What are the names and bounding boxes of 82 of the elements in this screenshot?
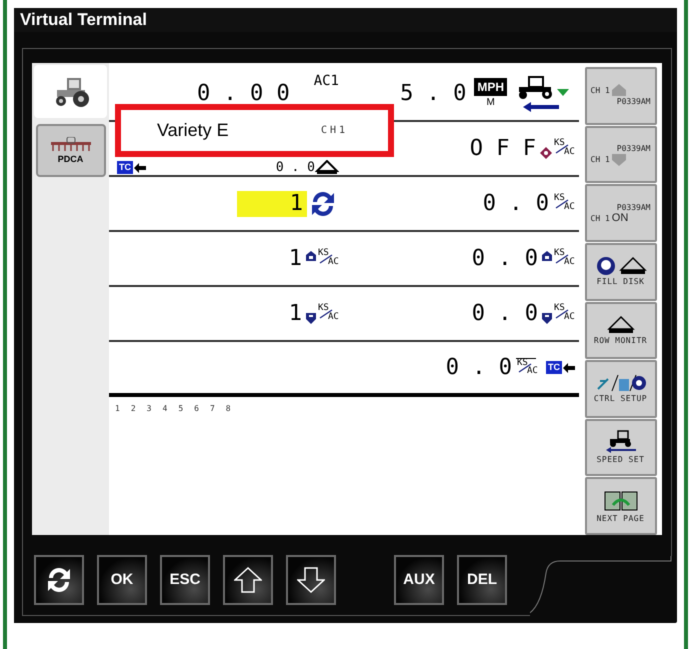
keypad-key[interactable] bbox=[286, 555, 336, 605]
tractor-speed-icon bbox=[604, 430, 638, 454]
unit-sublabel: M bbox=[486, 96, 495, 110]
section-number: 3 bbox=[146, 403, 152, 415]
softkey[interactable]: FILL DISK bbox=[584, 242, 656, 300]
reading-value: 0 . 0 0 bbox=[196, 82, 290, 104]
book-icon bbox=[602, 488, 638, 513]
decrease-icon bbox=[612, 154, 626, 166]
section-number: 5 bbox=[178, 403, 184, 415]
seed-marker-icon bbox=[540, 146, 552, 158]
softkey[interactable]: CTRL SETUP bbox=[584, 360, 656, 418]
keypad-key[interactable] bbox=[34, 555, 84, 605]
left-arrow-icon bbox=[563, 362, 575, 372]
channel-label: CH 1 bbox=[590, 154, 610, 166]
section-number: 2 bbox=[130, 403, 136, 415]
down-arrow-icon bbox=[297, 567, 325, 593]
rate-unit-numerator: KS bbox=[317, 304, 329, 312]
left-arrow-icon bbox=[134, 162, 146, 172]
section-number: 6 bbox=[194, 403, 199, 415]
section-number: 1 bbox=[115, 403, 120, 415]
hopper-icon bbox=[315, 160, 339, 174]
reading-value: 0 . 0 bbox=[482, 192, 549, 214]
rate-unit-denominator: AC bbox=[563, 148, 573, 156]
decrease-marker-icon bbox=[306, 312, 316, 324]
channel-label: AC1 bbox=[314, 72, 339, 91]
softkey[interactable]: SPEED SET bbox=[584, 418, 656, 476]
rate-unit-numerator: KS bbox=[553, 138, 565, 148]
softkey[interactable]: CH 1 P0339AM bbox=[584, 67, 656, 125]
rate-unit-numerator: KS bbox=[553, 194, 565, 202]
side-tab[interactable]: PDCA bbox=[36, 124, 106, 177]
reading-value: 1 bbox=[237, 190, 307, 216]
reading-value: 1 bbox=[288, 248, 302, 270]
rate-unit-numerator: KS bbox=[553, 248, 565, 258]
keypad-key[interactable] bbox=[223, 555, 273, 605]
tc-badge: TC bbox=[546, 361, 562, 374]
increase-marker-icon bbox=[306, 250, 316, 260]
reading-value: 1 bbox=[288, 302, 302, 324]
code-label: P0339AM bbox=[616, 202, 650, 213]
section-number: 7 bbox=[210, 403, 215, 415]
rate-unit-denominator: AC bbox=[563, 258, 573, 266]
tc-badge: TC bbox=[117, 161, 133, 174]
planter-icon bbox=[48, 136, 92, 152]
channel-label: CH 1 bbox=[590, 213, 610, 224]
rate-unit-numerator: KS bbox=[553, 304, 565, 312]
window-title: Virtual Terminal bbox=[14, 8, 677, 32]
keypad-key[interactable]: ESC bbox=[160, 555, 210, 605]
unit-badge: MPH bbox=[474, 78, 507, 96]
variety-label: Variety E bbox=[157, 119, 229, 142]
softkey[interactable]: NEXT PAGE bbox=[584, 477, 656, 535]
rate-unit-numerator: KS bbox=[317, 248, 329, 258]
rate-unit-denominator: AC bbox=[327, 312, 337, 322]
softkey[interactable]: P0339AM CH 1 bbox=[584, 126, 656, 184]
increase-marker-icon bbox=[542, 250, 552, 260]
keypad-key[interactable]: DEL bbox=[457, 555, 507, 605]
rate-unit-denominator: AC bbox=[563, 202, 573, 212]
rate-unit-denominator: AC bbox=[327, 258, 337, 266]
reading-value: O F F bbox=[470, 138, 536, 160]
keypad-key[interactable]: AUX bbox=[394, 555, 444, 605]
up-arrow-icon bbox=[234, 567, 262, 593]
side-tab[interactable] bbox=[34, 65, 107, 118]
section-number: 8 bbox=[226, 403, 231, 415]
reading-value: 5 . 0 bbox=[400, 82, 466, 104]
softkey[interactable]: P0339AM CH 1 ON bbox=[584, 184, 656, 242]
code-label: P0339AM bbox=[616, 96, 650, 108]
control-setup-icon bbox=[596, 373, 646, 394]
increase-icon bbox=[612, 84, 626, 96]
state-label: ON bbox=[612, 213, 628, 224]
planter-row-icon bbox=[606, 314, 634, 335]
rate-unit-denominator: AC bbox=[563, 312, 573, 322]
channel-label: CH 1 bbox=[590, 84, 610, 96]
reading-value: 0 . 0 bbox=[446, 356, 512, 378]
decrease-marker-icon bbox=[542, 312, 552, 324]
rate-unit-denominator: AC bbox=[526, 366, 536, 376]
section-number: 4 bbox=[162, 403, 168, 415]
reading-value: 0 . 0 bbox=[276, 161, 315, 174]
reading-value: 0 . 0 bbox=[472, 302, 538, 324]
code-label: P0339AM bbox=[616, 142, 650, 154]
disk-and-planter-icon bbox=[594, 256, 646, 276]
softkey[interactable]: ROW MONITR bbox=[584, 302, 656, 360]
keypad-key[interactable]: OK bbox=[97, 555, 147, 605]
reading-value: 0 . 0 bbox=[472, 248, 538, 270]
channel-label: CH1 bbox=[320, 124, 348, 138]
